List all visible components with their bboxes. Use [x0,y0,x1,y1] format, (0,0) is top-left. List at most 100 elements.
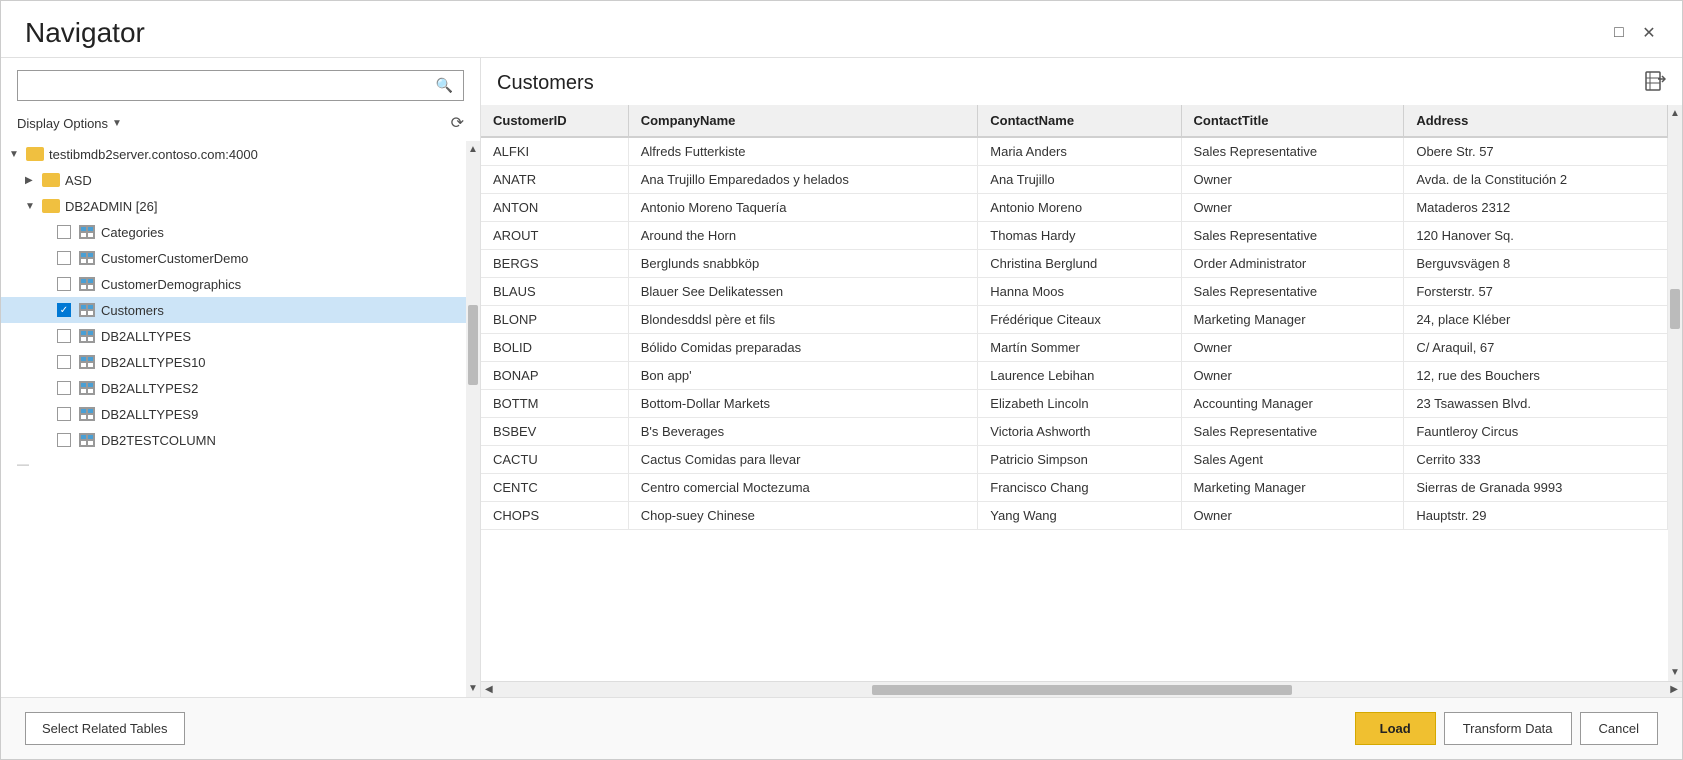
db2alltypes9-table-icon [77,406,97,422]
server-folder-icon [25,146,45,162]
footer-right: Load Transform Data Cancel [1355,712,1658,745]
table-row: BLONPBlondesddsl père et filsFrédérique … [481,306,1668,334]
left-scroll-up[interactable]: ▲ [465,141,480,158]
right-scroll-thumb[interactable] [1670,289,1680,329]
db2alltypes2-checkbox[interactable] [57,381,71,395]
col-companyname: CompanyName [628,105,978,137]
table-row: ALFKIAlfreds FutterkisteMaria AndersSale… [481,137,1668,166]
asd-toggle[interactable]: ▶ [25,175,41,186]
db2testcolumn-table-icon [77,432,97,448]
db2alltypes-checkbox[interactable] [57,329,71,343]
search-input[interactable] [18,72,426,99]
asd-folder-icon [41,172,61,188]
customerdemographics-label: CustomerDemographics [101,277,241,292]
tree-db2testcolumn-node[interactable]: DB2TESTCOLUMN [1,427,480,453]
tree-db2alltypes10-node[interactable]: DB2ALLTYPES10 [1,349,480,375]
select-related-button[interactable]: Select Related Tables [25,712,185,745]
tree-asd-node[interactable]: ▶ ASD [1,167,480,193]
tree-db2admin-node[interactable]: ▼ DB2ADMIN [26] [1,193,480,219]
table-row: BONAPBon app'Laurence LebihanOwner12, ru… [481,362,1668,390]
customerdemographics-table-icon [77,276,97,292]
search-bar: 🔍 [17,70,464,101]
col-customerid: CustomerID [481,105,628,137]
db2alltypes2-label: DB2ALLTYPES2 [101,381,198,396]
left-scroll-down[interactable]: ▼ [465,680,480,697]
tree-area[interactable]: ▼ testibmdb2server.contoso.com:4000 ▶ AS… [1,141,480,697]
tree-categories-node[interactable]: Categories [1,219,480,245]
db2alltypes9-checkbox[interactable] [57,407,71,421]
right-hscrollbar: ◀ ▶ [481,681,1682,697]
db2alltypes10-label: DB2ALLTYPES10 [101,355,206,370]
data-title: Customers [497,72,594,95]
right-scroll-down[interactable]: ▼ [1667,664,1682,681]
table-row: BERGSBerglunds snabbköpChristina Berglun… [481,250,1668,278]
load-button[interactable]: Load [1355,712,1436,745]
tree-customers-node[interactable]: Customers [1,297,480,323]
table-row: BOLIDBólido Comidas preparadasMartín Som… [481,334,1668,362]
db2admin-folder-icon [41,198,61,214]
window-controls: □ ✕ [1610,24,1658,42]
table-wrapper: CustomerID CompanyName ContactName Conta… [481,105,1682,697]
asd-label: ASD [65,173,92,188]
right-scroll-up[interactable]: ▲ [1667,105,1682,122]
server-label: testibmdb2server.contoso.com:4000 [49,147,258,162]
hscroll-thumb[interactable] [872,685,1292,695]
hscroll-right[interactable]: ▶ [1666,684,1682,695]
customerdemographics-checkbox[interactable] [57,277,71,291]
customercustomerdemo-label: CustomerCustomerDemo [101,251,248,266]
customers-label: Customers [101,303,164,318]
table-row: CENTCCentro comercial MoctezumaFrancisco… [481,474,1668,502]
db2testcolumn-checkbox[interactable] [57,433,71,447]
table-scroll-area[interactable]: CustomerID CompanyName ContactName Conta… [481,105,1668,681]
data-refresh-icon[interactable] [1644,70,1666,97]
col-contactname: ContactName [978,105,1181,137]
categories-toggle [41,227,57,238]
col-address: Address [1404,105,1668,137]
left-scroll-thumb[interactable] [468,305,478,385]
table-row: AROUTAround the HornThomas HardySales Re… [481,222,1668,250]
navigator-dialog: Navigator □ ✕ 🔍 Display Options ▼ ⟳ [0,0,1683,760]
search-button[interactable]: 🔍 [426,71,463,100]
db2alltypes10-checkbox[interactable] [57,355,71,369]
hscroll-left[interactable]: ◀ [481,684,497,695]
display-options-arrow[interactable]: ▼ [112,118,122,129]
db2admin-label: DB2ADMIN [26] [65,199,157,214]
customercustomerdemo-checkbox[interactable] [57,251,71,265]
main-content: 🔍 Display Options ▼ ⟳ ▼ testibmdb2server… [1,57,1682,697]
tree-db2alltypes2-node[interactable]: DB2ALLTYPES2 [1,375,480,401]
col-contacttitle: ContactTitle [1181,105,1404,137]
db2alltypes10-table-icon [77,354,97,370]
tree-customercustomerdemo-node[interactable]: CustomerCustomerDemo [1,245,480,271]
tree-server-node[interactable]: ▼ testibmdb2server.contoso.com:4000 [1,141,480,167]
table-row: CACTUCactus Comidas para llevarPatricio … [481,446,1668,474]
maximize-button[interactable]: □ [1610,24,1628,42]
db2admin-toggle[interactable]: ▼ [25,201,41,212]
customercustomerdemo-table-icon [77,250,97,266]
close-button[interactable]: ✕ [1640,24,1658,42]
data-header: Customers [481,58,1682,105]
table-row: BLAUSBlauer See DelikatessenHanna MoosSa… [481,278,1668,306]
server-toggle[interactable]: ▼ [9,149,25,160]
footer: Select Related Tables Load Transform Dat… [1,697,1682,759]
right-vscrollbar: ▲ ▼ [1668,105,1682,681]
tree-db2alltypes9-node[interactable]: DB2ALLTYPES9 [1,401,480,427]
db2alltypes2-table-icon [77,380,97,396]
refresh-icon[interactable]: ⟳ [451,113,464,133]
tree-db2alltypes-node[interactable]: DB2ALLTYPES [1,323,480,349]
customers-table-icon [77,302,97,318]
tree-customerdemographics-node[interactable]: CustomerDemographics [1,271,480,297]
db2alltypes9-label: DB2ALLTYPES9 [101,407,198,422]
right-panel: Customers [481,58,1682,697]
categories-checkbox[interactable] [57,225,71,239]
db2alltypes-label: DB2ALLTYPES [101,329,191,344]
display-options-label[interactable]: Display Options [17,116,108,131]
categories-label: Categories [101,225,164,240]
transform-data-button[interactable]: Transform Data [1444,712,1572,745]
db2alltypes-table-icon [77,328,97,344]
dialog-title: Navigator [25,17,145,49]
customers-checkbox[interactable] [57,303,71,317]
left-panel: 🔍 Display Options ▼ ⟳ ▼ testibmdb2server… [1,58,481,697]
cancel-button[interactable]: Cancel [1580,712,1658,745]
db2testcolumn-label: DB2TESTCOLUMN [101,433,216,448]
table-row: BOTTMBottom-Dollar MarketsElizabeth Linc… [481,390,1668,418]
